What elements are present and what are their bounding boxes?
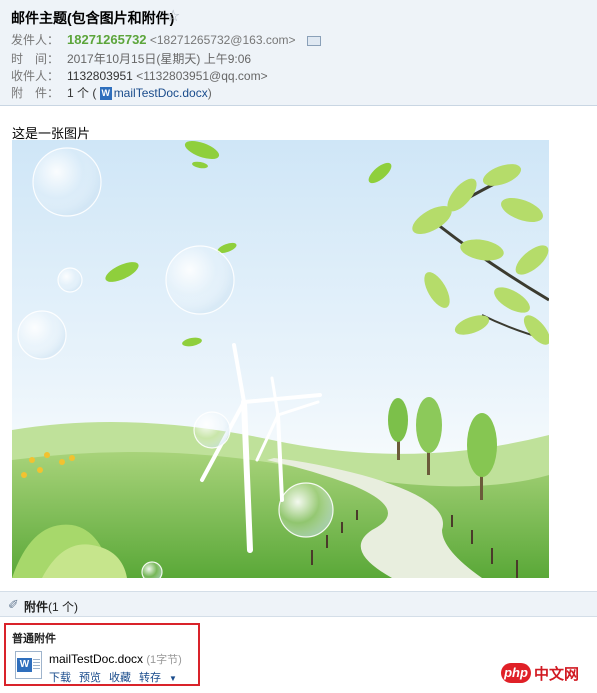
to-label: 收件人： — [11, 69, 60, 83]
watermark-text: 中文网 — [534, 666, 580, 683]
attach-close: ) — [207, 86, 212, 100]
attachments-bar-label: 附件 — [24, 600, 49, 614]
time-label: 时 间： — [11, 52, 60, 66]
sender-address: <18271265732@163.com> — [149, 33, 296, 47]
contact-card-icon[interactable] — [306, 35, 321, 46]
time-row: 时 间： 2017年10月15日(星期天) 上午9:06 — [11, 50, 251, 68]
attachments-bar: ✐ 附件(1 个) — [0, 591, 597, 617]
site-watermark: php 中文网 — [501, 663, 589, 685]
recipient-address: <1132803951@qq.com> — [136, 69, 268, 83]
save-to-label[interactable]: 转存 — [139, 672, 161, 684]
attachments-bar-title: 附件(1 个) — [24, 598, 78, 615]
paperclip-icon: ✐ — [8, 597, 19, 612]
attachment-actions: 下载 预览 收藏 转存 ▼ — [49, 669, 193, 685]
download-link[interactable]: 下载 — [49, 672, 71, 684]
embedded-image — [12, 140, 549, 578]
favorite-link[interactable]: 收藏 — [109, 672, 131, 684]
attachment-file-name[interactable]: mailTestDoc.docx (1字节) — [49, 651, 182, 667]
php-logo: php — [501, 663, 531, 683]
attach-count: 1 个 ( — [67, 86, 97, 100]
attach-label: 附 件： — [11, 86, 60, 100]
attachments-bar-count: (1 个) — [48, 600, 79, 614]
attach-row: 附 件： 1 个 ( WmailTestDoc.docx) — [11, 84, 212, 102]
attach-file-link[interactable]: mailTestDoc.docx — [114, 86, 208, 100]
email-subject: 邮件主题(包含图片和附件) — [11, 10, 175, 26]
recipient-name[interactable]: 1132803951 — [67, 69, 133, 83]
chevron-down-icon[interactable]: ▼ — [169, 674, 177, 683]
word-doc-icon[interactable]: W — [15, 651, 42, 679]
to-row: 收件人： 1132803951 <1132803951@qq.com> — [11, 67, 268, 85]
email-header: 邮件主题(包含图片和附件) ☆ 发件人： 18271265732 <1827126… — [0, 0, 597, 106]
word-doc-icon: W — [99, 87, 112, 101]
attachment-file-name-text[interactable]: mailTestDoc.docx — [49, 652, 143, 666]
star-icon[interactable]: ☆ — [166, 6, 180, 26]
word-doc-icon-lines — [33, 659, 40, 671]
save-to-link[interactable]: 转存 ▼ — [139, 672, 185, 684]
attachment-section-title: 普通附件 — [12, 633, 56, 645]
from-label: 发件人： — [11, 33, 60, 47]
from-row: 发件人： 18271265732 <18271265732@163.com> — [11, 31, 321, 49]
time-value: 2017年10月15日(星期天) 上午9:06 — [67, 52, 252, 66]
attachment-panel: 普通附件 W mailTestDoc.docx (1字节) 下载 预览 收藏 转存 ▼ — [4, 623, 200, 686]
landscape-illustration — [12, 140, 549, 578]
attachment-file-size: (1字节) — [146, 654, 182, 666]
sender-name[interactable]: 18271265732 — [67, 32, 147, 47]
word-doc-icon-letter: W — [17, 658, 32, 672]
preview-link[interactable]: 预览 — [79, 672, 101, 684]
